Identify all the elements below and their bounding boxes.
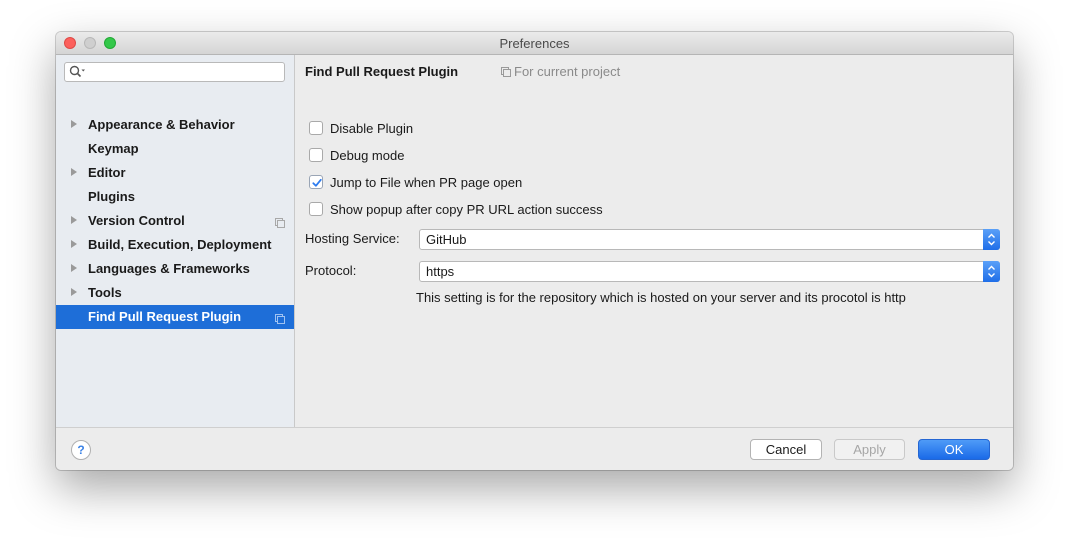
ok-button[interactable]: OK [918, 439, 990, 460]
hosting-service-select[interactable]: GitHub [419, 229, 1000, 250]
expand-arrow-icon[interactable] [71, 120, 77, 128]
apply-button[interactable]: Apply [834, 439, 905, 460]
window-title: Preferences [499, 36, 570, 51]
sidebar-item-label: Build, Execution, Deployment [88, 237, 272, 252]
sidebar-item-label: Editor [88, 165, 126, 180]
sidebar-item-build-execution-deployment[interactable]: Build, Execution, Deployment [56, 233, 294, 257]
show-popup-checkbox[interactable] [309, 202, 323, 216]
scope-indicator: For current project [501, 64, 620, 79]
sidebar-item-editor[interactable]: Editor [56, 161, 294, 185]
sidebar-item-label: Find Pull Request Plugin [88, 309, 242, 324]
protocol-select[interactable]: https [419, 261, 1000, 282]
sidebar-item-version-control[interactable]: Version Control [56, 209, 294, 233]
expand-arrow-icon[interactable] [71, 240, 77, 248]
sidebar-item-label: Appearance & Behavior [88, 117, 235, 132]
sidebar-item-keymap[interactable]: Keymap [56, 137, 294, 161]
debug-mode-checkbox[interactable] [309, 148, 323, 162]
dialog-footer: ? Cancel Apply OK [56, 427, 1013, 470]
expand-arrow-icon[interactable] [71, 216, 77, 224]
scope-label: For current project [514, 64, 621, 79]
hosting-service-label: Hosting Service: [305, 231, 400, 246]
sidebar-item-languages-frameworks[interactable]: Languages & Frameworks [56, 257, 294, 281]
settings-search-box[interactable] [64, 62, 285, 82]
checkbox-label[interactable]: Disable Plugin [330, 121, 413, 136]
title-bar[interactable]: Preferences [56, 32, 1013, 55]
sidebar-item-tools[interactable]: Tools [56, 281, 294, 305]
settings-search-input[interactable] [89, 64, 283, 82]
search-icon [69, 65, 87, 79]
checkbox-label[interactable]: Jump to File when PR page open [330, 175, 522, 190]
plugin-settings-panel: Find Pull Request Plugin For current pro… [295, 55, 1013, 427]
project-scope-icon [501, 65, 511, 77]
settings-sidebar: Appearance & Behavior Keymap Editor Plug… [56, 55, 295, 427]
preferences-window: Preferences Appearance & Behavior Keymap… [56, 32, 1013, 470]
disable-plugin-checkbox[interactable] [309, 121, 323, 135]
jump-to-file-checkbox[interactable] [309, 175, 323, 189]
project-scope-icon [275, 312, 285, 324]
up-down-stepper-icon[interactable] [983, 261, 1000, 282]
project-scope-icon [275, 216, 285, 228]
protocol-value: https [426, 264, 455, 279]
sidebar-item-label: Plugins [88, 189, 135, 204]
checkbox-label[interactable]: Show popup after copy PR URL action succ… [330, 202, 603, 217]
expand-arrow-icon[interactable] [71, 168, 77, 176]
help-button[interactable]: ? [71, 440, 91, 460]
sidebar-item-label: Tools [88, 285, 122, 300]
page-title: Find Pull Request Plugin [305, 64, 459, 79]
checkbox-label[interactable]: Debug mode [330, 148, 404, 163]
expand-arrow-icon[interactable] [71, 288, 77, 296]
sidebar-item-label: Languages & Frameworks [88, 261, 250, 276]
sidebar-item-appearance-behavior[interactable]: Appearance & Behavior [56, 113, 294, 137]
expand-arrow-icon[interactable] [71, 264, 77, 272]
sidebar-item-find-pull-request-plugin[interactable]: Find Pull Request Plugin [56, 305, 294, 329]
up-down-stepper-icon[interactable] [983, 229, 1000, 250]
hosting-service-value: GitHub [426, 232, 467, 247]
sidebar-item-plugins[interactable]: Plugins [56, 185, 294, 209]
checkmark-icon [312, 178, 322, 187]
sidebar-item-label: Keymap [88, 141, 139, 156]
protocol-label: Protocol: [305, 263, 357, 278]
cancel-button[interactable]: Cancel [750, 439, 822, 460]
protocol-hint-text: This setting is for the repository which… [416, 290, 906, 305]
sidebar-item-label: Version Control [88, 213, 185, 228]
